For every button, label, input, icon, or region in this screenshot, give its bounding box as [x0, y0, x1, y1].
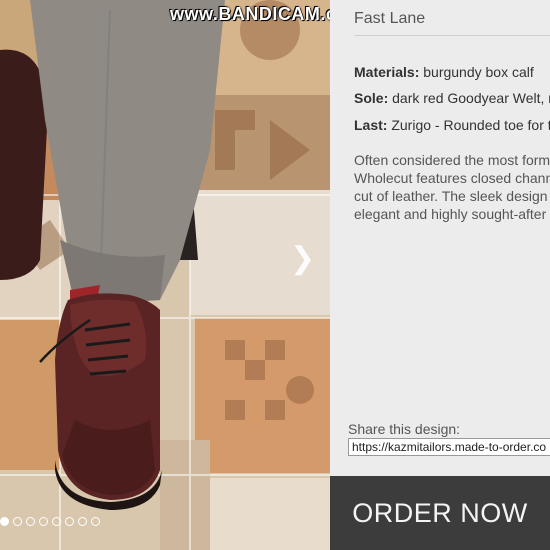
next-image-button[interactable]: ❯: [290, 242, 316, 275]
sole-label: Sole:: [354, 90, 389, 106]
materials-label: Materials:: [354, 64, 420, 80]
gallery-dot[interactable]: [0, 517, 9, 526]
description-line: Wholecut features closed chann: [354, 170, 550, 186]
shoe-photo-image: [0, 0, 330, 550]
share-label: Share this design:: [348, 421, 461, 437]
share-url-field[interactable]: [348, 438, 550, 456]
last-label: Last:: [354, 117, 388, 133]
gallery-dot[interactable]: [52, 517, 61, 526]
product-title: Fast Lane: [354, 10, 426, 27]
gallery-dot[interactable]: [65, 517, 74, 526]
product-details-panel: Fast Lane Materials: burgundy box calf S…: [330, 0, 550, 550]
chevron-right-icon: ❯: [290, 242, 316, 275]
gallery-dot[interactable]: [78, 517, 87, 526]
title-divider: [354, 35, 550, 36]
description-line: elegant and highly sought-after s: [354, 206, 550, 222]
sole-value: dark red Goodyear Welt, m: [388, 90, 550, 106]
sole-spec: Sole: dark red Goodyear Welt, m: [354, 90, 550, 106]
gallery-dot[interactable]: [39, 517, 48, 526]
order-now-button[interactable]: ORDER NOW: [330, 476, 550, 550]
gallery-dot[interactable]: [26, 517, 35, 526]
description-line: cut of leather. The sleek design a: [354, 188, 550, 204]
product-photo: ❯: [0, 0, 330, 550]
product-description: Often considered the most form Wholecut …: [354, 151, 550, 223]
last-spec: Last: Zurigo - Rounded toe for tr: [354, 117, 550, 133]
description-line: Often considered the most form: [354, 152, 550, 168]
materials-value: burgundy box calf: [419, 64, 534, 80]
gallery-pagination: [0, 517, 100, 526]
materials-spec: Materials: burgundy box calf: [354, 64, 534, 80]
gallery-dot[interactable]: [91, 517, 100, 526]
last-value: Zurigo - Rounded toe for tr: [387, 117, 550, 133]
gallery-dot[interactable]: [13, 517, 22, 526]
